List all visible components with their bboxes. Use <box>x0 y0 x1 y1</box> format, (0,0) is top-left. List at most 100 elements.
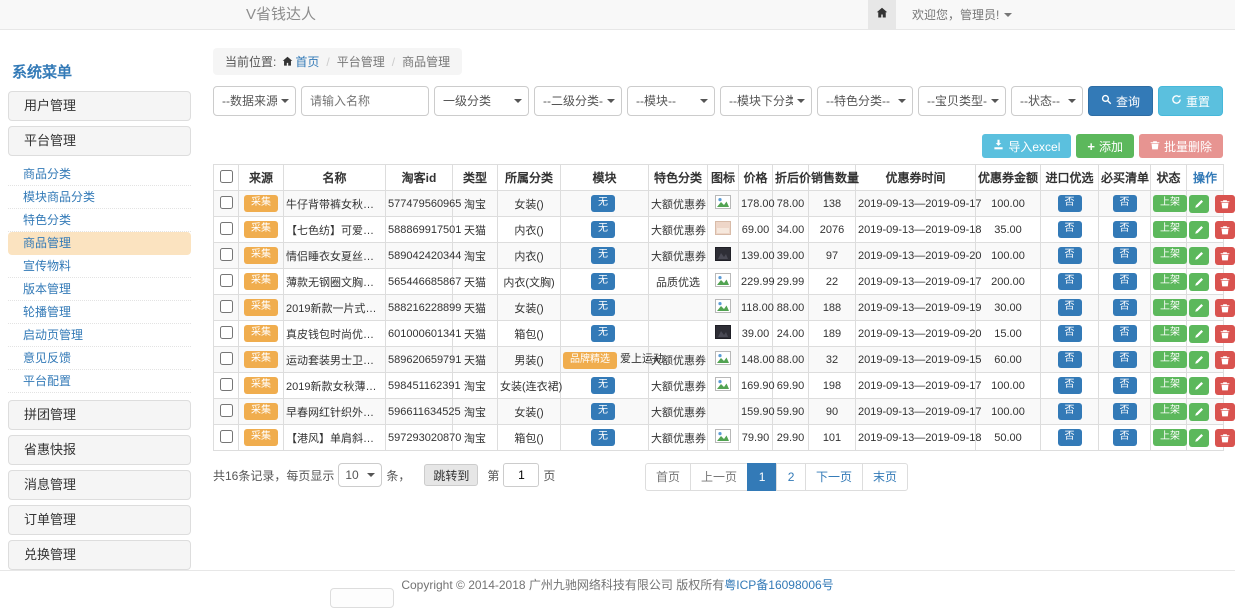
must-buy-badge[interactable]: 否 <box>1113 195 1137 212</box>
row-checkbox[interactable] <box>220 352 233 365</box>
breadcrumb-home-link[interactable]: 首页 <box>295 55 319 69</box>
filter-select[interactable]: 一级分类 <box>434 86 529 116</box>
must-buy-badge[interactable]: 否 <box>1113 273 1137 290</box>
filter-select[interactable]: --特色分类-- <box>817 86 913 116</box>
sidebar-submenu-item[interactable]: 平台配置 <box>8 370 191 393</box>
edit-button[interactable] <box>1189 273 1209 291</box>
imported-badge[interactable]: 否 <box>1058 429 1082 446</box>
status-badge[interactable]: 上架 <box>1153 195 1187 212</box>
sidebar-group-item[interactable]: 用户管理 <box>8 91 191 121</box>
filter-select[interactable]: --模块下分类-- <box>720 86 812 116</box>
reset-button[interactable]: 重置 <box>1158 86 1223 116</box>
sidebar-submenu-item[interactable]: 宣传物料 <box>8 255 191 278</box>
delete-button[interactable] <box>1215 403 1235 421</box>
sidebar-group-item[interactable]: 兑换管理 <box>8 540 191 570</box>
add-button[interactable]: + 添加 <box>1076 134 1134 158</box>
must-buy-badge[interactable]: 否 <box>1113 299 1137 316</box>
icp-link[interactable]: 粤ICP备16098006号 <box>724 578 833 592</box>
sidebar-submenu-item[interactable]: 特色分类 <box>8 209 191 232</box>
imported-badge[interactable]: 否 <box>1058 247 1082 264</box>
edit-button[interactable] <box>1189 377 1209 395</box>
delete-button[interactable] <box>1215 351 1235 369</box>
import-excel-button[interactable]: 导入excel <box>982 134 1071 158</box>
sidebar-submenu-item[interactable]: 商品管理 <box>8 232 191 255</box>
row-checkbox[interactable] <box>220 222 233 235</box>
delete-button[interactable] <box>1215 377 1235 395</box>
status-badge[interactable]: 上架 <box>1153 325 1187 342</box>
query-button[interactable]: 查询 <box>1088 86 1153 116</box>
imported-badge[interactable]: 否 <box>1058 351 1082 368</box>
status-badge[interactable]: 上架 <box>1153 429 1187 446</box>
status-badge[interactable]: 上架 <box>1153 403 1187 420</box>
delete-button[interactable] <box>1215 221 1235 239</box>
delete-button[interactable] <box>1215 325 1235 343</box>
delete-button[interactable] <box>1215 429 1235 447</box>
status-badge[interactable]: 上架 <box>1153 247 1187 264</box>
select-all-checkbox[interactable] <box>220 170 233 183</box>
row-checkbox[interactable] <box>220 326 233 339</box>
row-checkbox[interactable] <box>220 248 233 261</box>
filter-select[interactable]: --状态-- <box>1011 86 1083 116</box>
imported-badge[interactable]: 否 <box>1058 221 1082 238</box>
status-badge[interactable]: 上架 <box>1153 299 1187 316</box>
edit-button[interactable] <box>1189 403 1209 421</box>
imported-badge[interactable]: 否 <box>1058 325 1082 342</box>
status-badge[interactable]: 上架 <box>1153 221 1187 238</box>
status-badge[interactable]: 上架 <box>1153 273 1187 290</box>
name-search-input[interactable] <box>301 86 429 116</box>
pager-button[interactable]: 末页 <box>862 463 908 491</box>
sidebar-submenu-item[interactable]: 模块商品分类 <box>8 186 191 209</box>
imported-badge[interactable]: 否 <box>1058 403 1082 420</box>
pager-button[interactable]: 2 <box>776 463 806 491</box>
page-number-input[interactable] <box>503 463 539 487</box>
edit-button[interactable] <box>1189 247 1209 265</box>
batch-delete-button[interactable]: 批量删除 <box>1139 134 1223 158</box>
row-checkbox[interactable] <box>220 274 233 287</box>
sidebar-group-item[interactable]: 订单管理 <box>8 505 191 535</box>
filter-select[interactable]: --宝贝类型-- <box>918 86 1006 116</box>
sidebar-submenu-item[interactable]: 轮播管理 <box>8 301 191 324</box>
pager-button[interactable]: 首页 <box>645 463 691 491</box>
status-badge[interactable]: 上架 <box>1153 377 1187 394</box>
home-button[interactable] <box>868 0 896 29</box>
user-menu[interactable]: 欢迎您，管理员! <box>912 6 1012 23</box>
row-checkbox[interactable] <box>220 196 233 209</box>
pager-button[interactable]: 下一页 <box>805 463 863 491</box>
pager-button[interactable]: 上一页 <box>690 463 748 491</box>
delete-button[interactable] <box>1215 273 1235 291</box>
row-checkbox[interactable] <box>220 300 233 313</box>
row-checkbox[interactable] <box>220 430 233 443</box>
must-buy-badge[interactable]: 否 <box>1113 247 1137 264</box>
edit-button[interactable] <box>1189 429 1209 447</box>
filter-select[interactable]: --二级分类-- <box>534 86 622 116</box>
edit-button[interactable] <box>1189 195 1209 213</box>
delete-button[interactable] <box>1215 195 1235 213</box>
imported-badge[interactable]: 否 <box>1058 273 1082 290</box>
edit-button[interactable] <box>1189 351 1209 369</box>
per-page-select[interactable]: 10 <box>338 463 382 487</box>
sidebar-group-item[interactable]: 平台管理 <box>8 126 191 156</box>
must-buy-badge[interactable]: 否 <box>1113 221 1137 238</box>
must-buy-badge[interactable]: 否 <box>1113 429 1137 446</box>
data-source-select[interactable]: --数据来源-- <box>213 86 296 116</box>
imported-badge[interactable]: 否 <box>1058 299 1082 316</box>
imported-badge[interactable]: 否 <box>1058 195 1082 212</box>
sidebar-group-item[interactable]: 拼团管理 <box>8 400 191 430</box>
must-buy-badge[interactable]: 否 <box>1113 377 1137 394</box>
delete-button[interactable] <box>1215 299 1235 317</box>
row-checkbox[interactable] <box>220 404 233 417</box>
sidebar-group-item[interactable]: 省惠快报 <box>8 435 191 465</box>
edit-button[interactable] <box>1189 325 1209 343</box>
sidebar-group-item[interactable]: 消息管理 <box>8 470 191 500</box>
status-badge[interactable]: 上架 <box>1153 351 1187 368</box>
sidebar-submenu-item[interactable]: 意见反馈 <box>8 347 191 370</box>
sidebar-submenu-item[interactable]: 启动页管理 <box>8 324 191 347</box>
edit-button[interactable] <box>1189 299 1209 317</box>
must-buy-badge[interactable]: 否 <box>1113 351 1137 368</box>
delete-button[interactable] <box>1215 247 1235 265</box>
sidebar-submenu-item[interactable]: 商品分类 <box>8 163 191 186</box>
pager-button[interactable]: 1 <box>747 463 777 491</box>
edit-button[interactable] <box>1189 221 1209 239</box>
jump-button[interactable]: 跳转到 <box>424 464 478 486</box>
must-buy-badge[interactable]: 否 <box>1113 325 1137 342</box>
